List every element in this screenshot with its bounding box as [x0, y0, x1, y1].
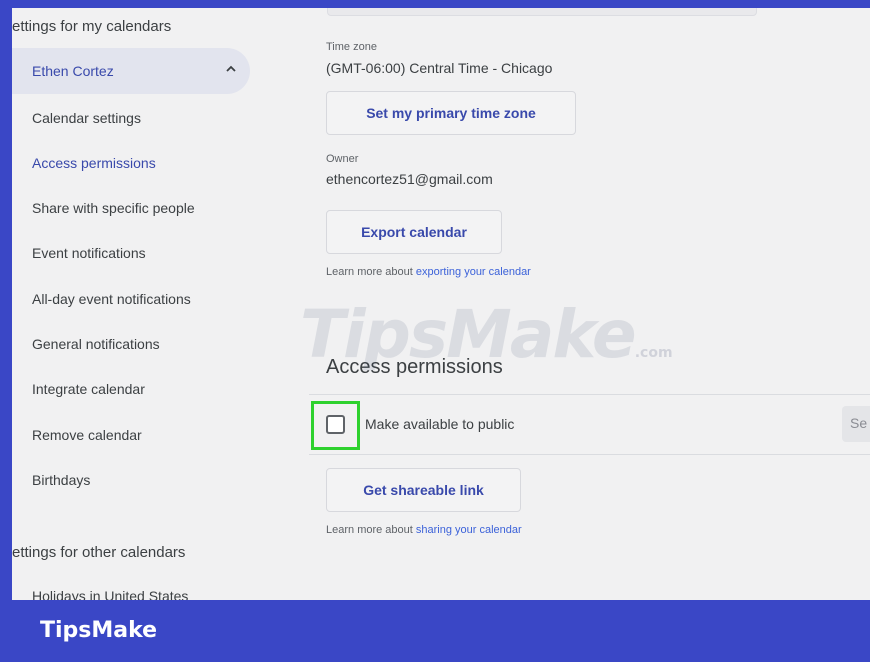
timezone-value: (GMT-06:00) Central Time - Chicago	[326, 60, 553, 76]
watermark-suffix: .com	[634, 345, 673, 361]
exporting-calendar-link[interactable]: exporting your calendar	[416, 266, 531, 278]
owner-email: ethencortez51@gmail.com	[326, 171, 493, 187]
make-public-label[interactable]: Make available to public	[365, 416, 514, 432]
owner-label: Owner	[326, 153, 359, 165]
export-learn-more: Learn more about exporting your calendar	[326, 266, 531, 278]
sidebar-item-general-notifications[interactable]: General notifications	[32, 336, 160, 352]
watermark-logo: TipsMake.com	[300, 296, 673, 373]
sharing-calendar-link[interactable]: sharing your calendar	[416, 524, 522, 536]
top-card	[327, 8, 757, 16]
sidebar-item-all-day-event-notifications[interactable]: All-day event notifications	[32, 291, 191, 307]
sidebar-item-share-with-specific-people[interactable]: Share with specific people	[32, 200, 195, 216]
share-learn-more: Learn more about sharing your calendar	[326, 524, 522, 536]
sidebar-item-birthdays[interactable]: Birthdays	[32, 472, 90, 488]
sidebar-item-event-notifications[interactable]: Event notifications	[32, 245, 146, 261]
sidebar-item-label: Ethen Cortez	[32, 63, 114, 79]
sidebar-item-remove-calendar[interactable]: Remove calendar	[32, 427, 142, 443]
top-frame-band	[0, 0, 870, 8]
footer-band: TipsMake	[0, 600, 870, 662]
watermark-text: TipsMake	[300, 296, 637, 373]
sidebar-item-integrate-calendar[interactable]: Integrate calendar	[32, 381, 145, 397]
make-public-checkbox[interactable]	[326, 415, 345, 434]
section-heading-other-calendars: ettings for other calendars	[12, 544, 186, 561]
sidebar-item-calendar-settings[interactable]: Calendar settings	[32, 110, 141, 126]
left-frame-band	[0, 0, 12, 602]
export-calendar-button[interactable]: Export calendar	[326, 210, 502, 254]
sidebar-item-holidays[interactable]: Holidays in United States	[32, 588, 188, 600]
footer-logo: TipsMake	[40, 618, 158, 643]
divider	[309, 394, 870, 395]
section-heading-my-calendars: ettings for my calendars	[12, 18, 172, 35]
set-primary-timezone-button[interactable]: Set my primary time zone	[326, 91, 576, 135]
learn-more-text: Learn more about	[326, 266, 416, 278]
get-shareable-link-button[interactable]: Get shareable link	[326, 468, 521, 512]
divider	[309, 454, 870, 455]
see-details-button[interactable]: Se	[842, 406, 870, 442]
chevron-up-icon[interactable]	[224, 62, 238, 76]
timezone-label: Time zone	[326, 41, 377, 53]
sidebar-item-access-permissions[interactable]: Access permissions	[32, 155, 156, 171]
learn-more-text: Learn more about	[326, 524, 416, 536]
settings-sidebar: ettings for my calendars Ethen Cortez Ca…	[12, 8, 297, 600]
